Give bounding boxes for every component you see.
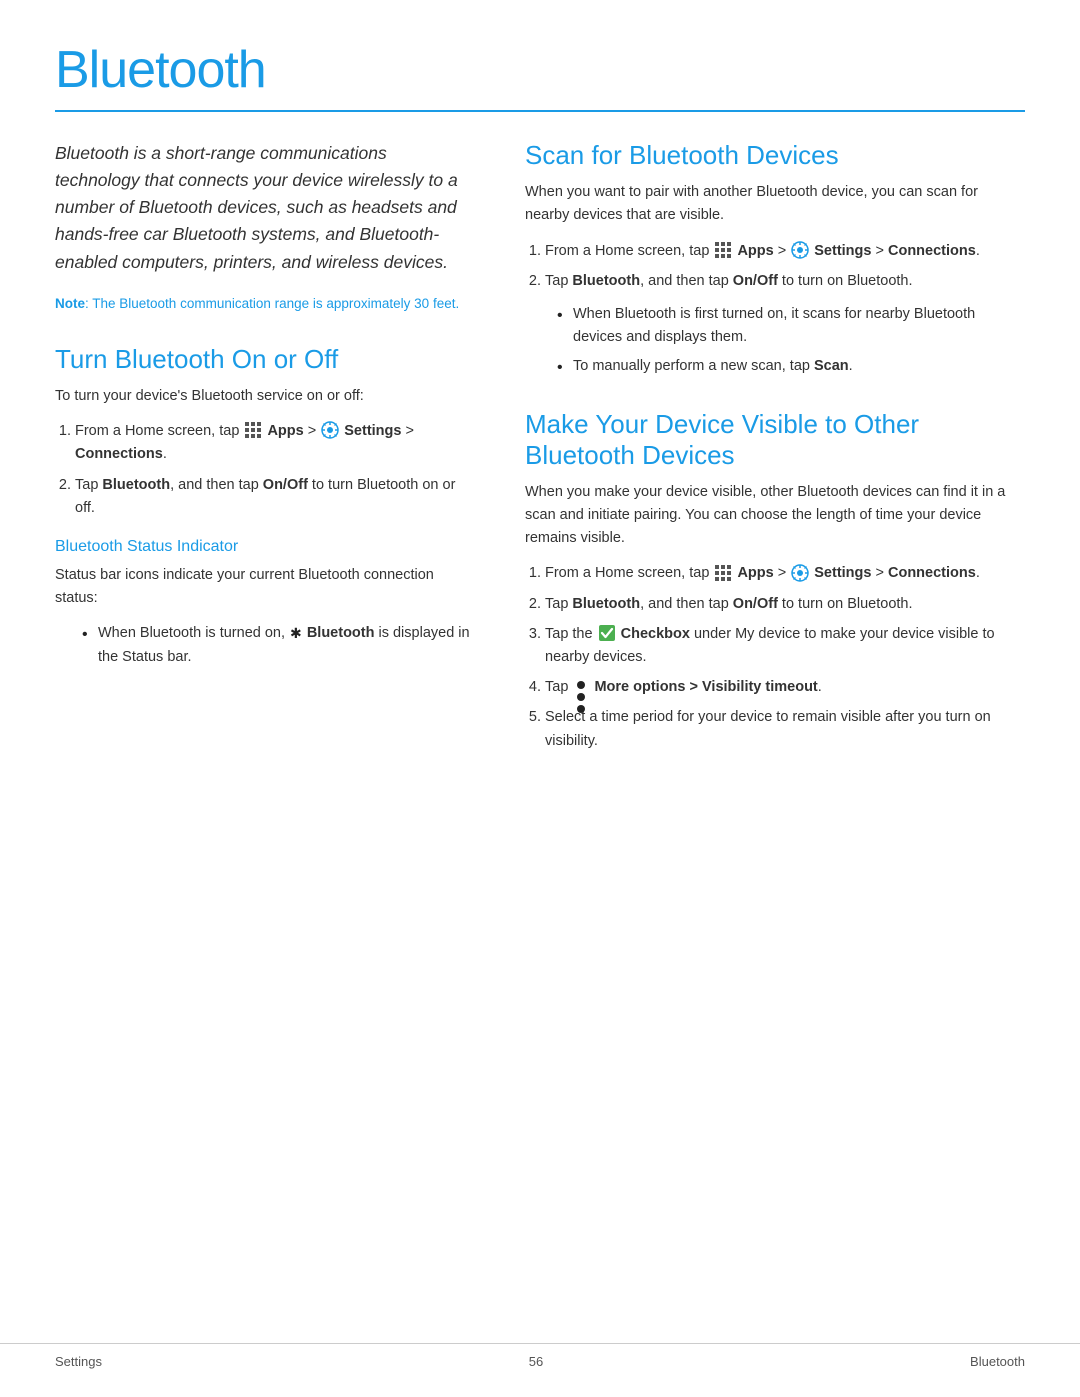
scan-bullets: When Bluetooth is first turned on, it sc… [545, 303, 1025, 379]
right-column: Scan for Bluetooth Devices When you want… [525, 140, 1025, 763]
left-column: Bluetooth is a short-range communication… [55, 140, 475, 763]
bluetooth-label-3: Bluetooth [572, 596, 640, 612]
note-paragraph: Note: The Bluetooth communication range … [55, 294, 475, 314]
make-step-2: Tap Bluetooth, and then tap On/Off to tu… [545, 593, 1025, 616]
make-step-5: Select a time period for your device to … [545, 706, 1025, 752]
two-column-layout: Bluetooth is a short-range communication… [55, 140, 1025, 763]
connections-label-2: Connections [888, 243, 976, 259]
status-indicator-bullets: When Bluetooth is turned on, ✱ Bluetooth… [70, 622, 475, 668]
checkbox-icon [598, 624, 616, 642]
status-indicator-body: Status bar icons indicate your current B… [55, 564, 475, 610]
intro-paragraph: Bluetooth is a short-range communication… [55, 140, 475, 276]
settings-icon [321, 421, 339, 439]
turn-bluetooth-title: Turn Bluetooth On or Off [55, 344, 475, 375]
bluetooth-bold: Bluetooth [307, 625, 375, 641]
page-content: Bluetooth Bluetooth is a short-range com… [0, 0, 1080, 823]
settings-icon-2 [791, 241, 809, 259]
connections-label-3: Connections [888, 565, 976, 581]
turn-step-1: From a Home screen, tap [75, 420, 475, 466]
apps-label: Apps [267, 423, 303, 439]
settings-label-2: Settings [814, 243, 871, 259]
footer-center: 56 [529, 1354, 543, 1369]
scan-step-1: From a Home screen, tap [545, 240, 1025, 263]
scan-bullet-1: When Bluetooth is first turned on, it sc… [557, 303, 1025, 349]
note-label: Note [55, 296, 85, 311]
checkbox-label: Checkbox [621, 626, 690, 642]
more-options-label: More options > Visibility timeout [594, 679, 817, 695]
onoff-label-2: On/Off [733, 273, 778, 289]
settings-icon-3 [791, 564, 809, 582]
status-indicator-title: Bluetooth Status Indicator [55, 538, 475, 556]
bluetooth-icon: ✱ [290, 622, 302, 644]
scan-bullet-2: To manually perform a new scan, tap Scan… [557, 355, 1025, 378]
make-step-3: Tap the Checkbox under My device to make… [545, 623, 1025, 669]
footer-left: Settings [55, 1354, 102, 1369]
bluetooth-label-1: Bluetooth [102, 477, 170, 493]
make-step-1: From a Home screen, tap [545, 562, 1025, 585]
page-title: Bluetooth [55, 40, 1025, 100]
scan-step-2: Tap Bluetooth, and then tap On/Off to tu… [545, 270, 1025, 293]
turn-bluetooth-intro: To turn your device's Bluetooth service … [55, 385, 475, 408]
turn-step-2: Tap Bluetooth, and then tap On/Off to tu… [75, 474, 475, 520]
make-visible-steps: From a Home screen, tap [525, 562, 1025, 752]
scan-bluetooth-title: Scan for Bluetooth Devices [525, 140, 1025, 171]
scan-bold: Scan [814, 358, 849, 374]
more-icon [573, 677, 589, 695]
make-step-4: Tap More options > Visibility timeout. [545, 676, 1025, 699]
make-visible-intro: When you make your device visible, other… [525, 481, 1025, 551]
apps-icon-3 [714, 564, 732, 582]
title-divider [55, 110, 1025, 112]
connections-label: Connections [75, 446, 163, 462]
settings-label-3: Settings [814, 565, 871, 581]
footer-right: Bluetooth [970, 1354, 1025, 1369]
page-footer: Settings 56 Bluetooth [0, 1343, 1080, 1369]
apps-label-3: Apps [737, 565, 773, 581]
apps-label-2: Apps [737, 243, 773, 259]
settings-label: Settings [344, 423, 401, 439]
make-visible-title: Make Your Device Visible to Other Blueto… [525, 409, 1025, 471]
apps-icon [244, 421, 262, 439]
scan-bluetooth-steps: From a Home screen, tap [525, 240, 1025, 293]
onoff-label-3: On/Off [733, 596, 778, 612]
bluetooth-label-2: Bluetooth [572, 273, 640, 289]
turn-bluetooth-steps: From a Home screen, tap [55, 420, 475, 520]
scan-bluetooth-intro: When you want to pair with another Bluet… [525, 181, 1025, 227]
note-content: : The Bluetooth communication range is a… [85, 296, 459, 311]
status-bullet-1: When Bluetooth is turned on, ✱ Bluetooth… [82, 622, 475, 668]
make-visible-section: Make Your Device Visible to Other Blueto… [525, 409, 1025, 753]
apps-icon-2 [714, 241, 732, 259]
onoff-label-1: On/Off [263, 477, 308, 493]
